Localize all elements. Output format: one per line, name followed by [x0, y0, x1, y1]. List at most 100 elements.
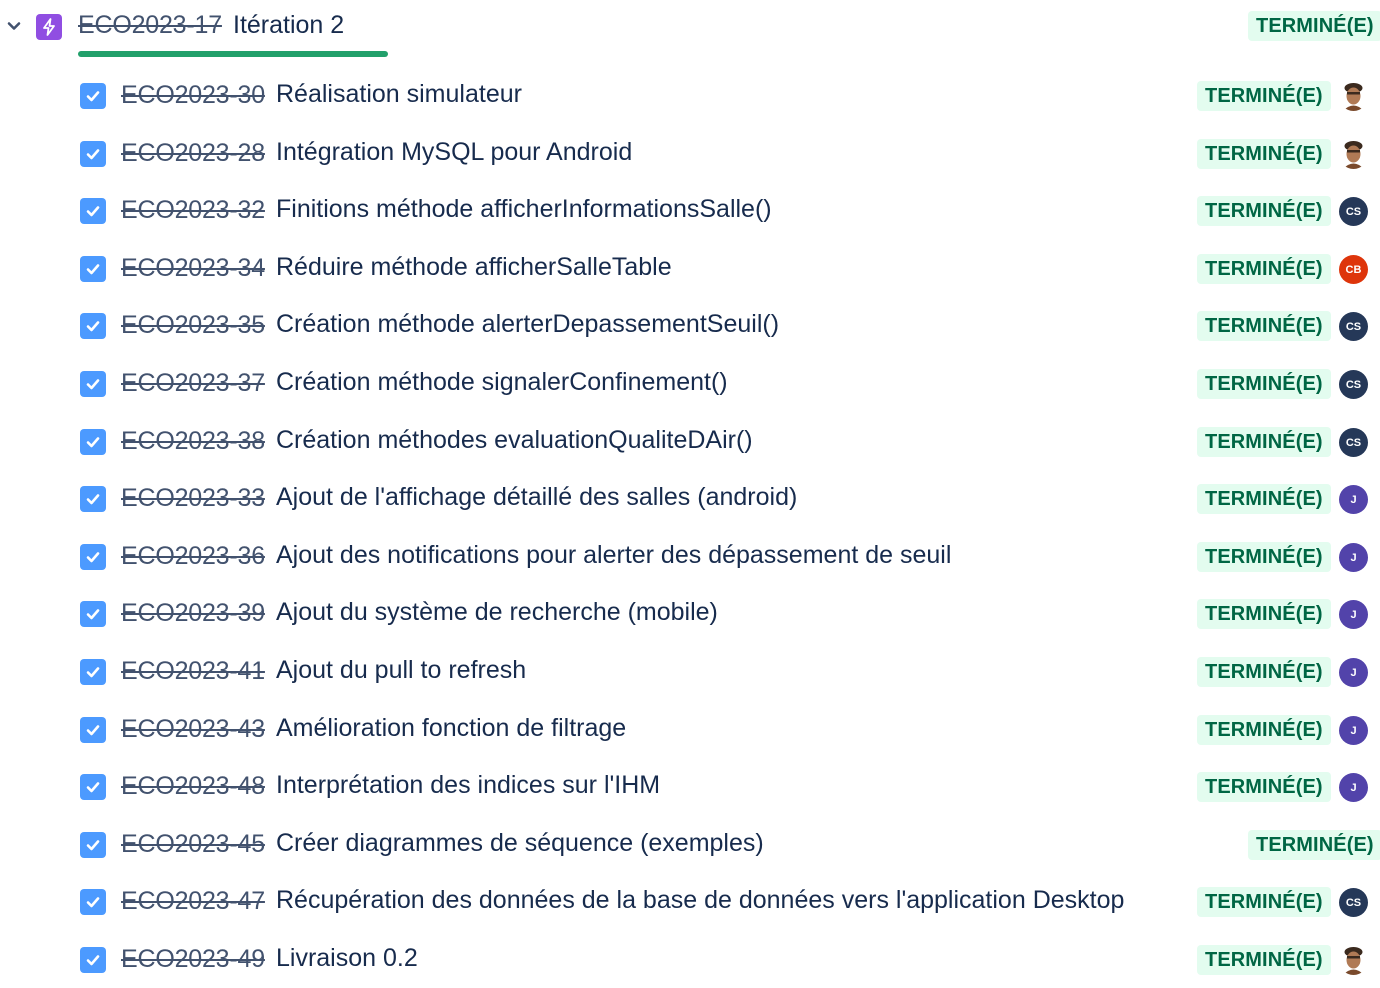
- issue-title[interactable]: Ajout du système de recherche (mobile): [276, 598, 718, 627]
- issue-key-link[interactable]: ECO2023-30: [121, 81, 265, 110]
- issue-row[interactable]: ECO2023-48 Interprétation des indices su…: [0, 757, 1380, 815]
- issue-key-link[interactable]: ECO2023-37: [121, 369, 265, 398]
- status-badge[interactable]: TERMINÉ(E): [1197, 715, 1331, 745]
- avatar-cs[interactable]: CS: [1339, 312, 1368, 341]
- avatar-photo[interactable]: [1339, 140, 1368, 169]
- status-badge[interactable]: TERMINÉ(E): [1197, 542, 1331, 572]
- avatar-cs[interactable]: CS: [1339, 197, 1368, 226]
- issue-row[interactable]: ECO2023-36 Ajout des notifications pour …: [0, 527, 1380, 585]
- issue-title[interactable]: Réalisation simulateur: [276, 80, 522, 109]
- checkbox-icon[interactable]: [80, 889, 106, 915]
- issue-row[interactable]: ECO2023-43 Amélioration fonction de filt…: [0, 700, 1380, 758]
- issue-title[interactable]: Ajout de l'affichage détaillé des salles…: [276, 483, 797, 512]
- checkbox-icon[interactable]: [80, 429, 106, 455]
- avatar-cs[interactable]: CS: [1339, 888, 1368, 917]
- issue-row[interactable]: ECO2023-28 Intégration MySQL pour Androi…: [0, 124, 1380, 182]
- issue-row[interactable]: ECO2023-35 Création méthode alerterDepas…: [0, 296, 1380, 354]
- issue-row[interactable]: ECO2023-32 Finitions méthode afficherInf…: [0, 181, 1380, 239]
- issue-title[interactable]: Création méthode signalerConfinement(): [276, 368, 728, 397]
- issue-title[interactable]: Création méthode alerterDepassementSeuil…: [276, 310, 779, 339]
- checkbox-icon[interactable]: [80, 832, 106, 858]
- issue-key-link[interactable]: ECO2023-49: [121, 945, 265, 974]
- issue-row[interactable]: ECO2023-38 Création méthodes evaluationQ…: [0, 412, 1380, 470]
- issue-key-link[interactable]: ECO2023-34: [121, 254, 265, 283]
- chevron-down-icon[interactable]: [4, 16, 24, 36]
- avatar-cb[interactable]: CB: [1339, 255, 1368, 284]
- epic-row[interactable]: ECO2023-17 Itération 2 TERMINÉ(E): [0, 0, 1380, 57]
- issue-row[interactable]: ECO2023-41 Ajout du pull to refresh TERM…: [0, 642, 1380, 700]
- issue-key-link[interactable]: ECO2023-47: [121, 887, 265, 916]
- checkbox-icon[interactable]: [80, 486, 106, 512]
- issue-title[interactable]: Intégration MySQL pour Android: [276, 138, 632, 167]
- avatar-j[interactable]: J: [1339, 485, 1368, 514]
- issue-title[interactable]: Récupération des données de la base de d…: [276, 886, 1124, 915]
- checkbox-icon[interactable]: [80, 83, 106, 109]
- epic-key-link[interactable]: ECO2023-17: [78, 11, 222, 40]
- epic-status-badge[interactable]: TERMINÉ(E): [1248, 11, 1380, 41]
- issue-key-link[interactable]: ECO2023-39: [121, 599, 265, 628]
- checkbox-icon[interactable]: [80, 947, 106, 973]
- avatar-j[interactable]: J: [1339, 600, 1368, 629]
- issue-key-link[interactable]: ECO2023-32: [121, 196, 265, 225]
- status-badge[interactable]: TERMINÉ(E): [1197, 311, 1331, 341]
- checkbox-icon[interactable]: [80, 256, 106, 282]
- avatar-j[interactable]: J: [1339, 716, 1368, 745]
- avatar-photo[interactable]: [1339, 82, 1368, 111]
- status-badge[interactable]: TERMINÉ(E): [1197, 772, 1331, 802]
- avatar-cs[interactable]: CS: [1339, 370, 1368, 399]
- checkbox-icon[interactable]: [80, 198, 106, 224]
- status-badge[interactable]: TERMINÉ(E): [1248, 830, 1380, 860]
- issue-title[interactable]: Livraison 0.2: [276, 944, 418, 973]
- status-badge[interactable]: TERMINÉ(E): [1197, 81, 1331, 111]
- checkbox-icon[interactable]: [80, 313, 106, 339]
- status-badge[interactable]: TERMINÉ(E): [1197, 369, 1331, 399]
- issue-row[interactable]: ECO2023-33 Ajout de l'affichage détaillé…: [0, 469, 1380, 527]
- issue-key-link[interactable]: ECO2023-41: [121, 657, 265, 686]
- epic-title[interactable]: Itération 2: [233, 11, 344, 40]
- status-badge[interactable]: TERMINÉ(E): [1197, 887, 1331, 917]
- issue-title[interactable]: Créer diagrammes de séquence (exemples): [276, 829, 764, 858]
- avatar-j[interactable]: J: [1339, 543, 1368, 572]
- issue-row[interactable]: ECO2023-45 Créer diagrammes de séquence …: [0, 815, 1380, 873]
- status-badge[interactable]: TERMINÉ(E): [1197, 254, 1331, 284]
- status-badge[interactable]: TERMINÉ(E): [1197, 599, 1331, 629]
- checkbox-icon[interactable]: [80, 371, 106, 397]
- avatar-cs[interactable]: CS: [1339, 428, 1368, 457]
- issue-title[interactable]: Amélioration fonction de filtrage: [276, 714, 626, 743]
- issue-title[interactable]: Réduire méthode afficherSalleTable: [276, 253, 672, 282]
- issue-key-link[interactable]: ECO2023-38: [121, 427, 265, 456]
- avatar-j[interactable]: J: [1339, 658, 1368, 687]
- issue-key-link[interactable]: ECO2023-33: [121, 484, 265, 513]
- issue-key-link[interactable]: ECO2023-36: [121, 542, 265, 571]
- status-badge[interactable]: TERMINÉ(E): [1197, 427, 1331, 457]
- checkbox-icon[interactable]: [80, 659, 106, 685]
- status-badge[interactable]: TERMINÉ(E): [1197, 945, 1331, 975]
- issue-row[interactable]: ECO2023-37 Création méthode signalerConf…: [0, 354, 1380, 412]
- issue-key-link[interactable]: ECO2023-43: [121, 715, 265, 744]
- status-badge[interactable]: TERMINÉ(E): [1197, 657, 1331, 687]
- checkbox-icon[interactable]: [80, 774, 106, 800]
- avatar-photo[interactable]: [1339, 946, 1368, 975]
- issue-title[interactable]: Ajout du pull to refresh: [276, 656, 526, 685]
- checkbox-icon[interactable]: [80, 601, 106, 627]
- checkbox-icon[interactable]: [80, 141, 106, 167]
- issue-title[interactable]: Ajout des notifications pour alerter des…: [276, 541, 951, 570]
- status-badge[interactable]: TERMINÉ(E): [1197, 196, 1331, 226]
- issue-title[interactable]: Création méthodes evaluationQualiteDAir(…: [276, 426, 753, 455]
- issue-row[interactable]: ECO2023-30 Réalisation simulateur TERMIN…: [0, 66, 1380, 124]
- checkbox-icon[interactable]: [80, 544, 106, 570]
- avatar-j[interactable]: J: [1339, 773, 1368, 802]
- issue-key-link[interactable]: ECO2023-45: [121, 830, 265, 859]
- status-badge[interactable]: TERMINÉ(E): [1197, 139, 1331, 169]
- issue-key-link[interactable]: ECO2023-48: [121, 772, 265, 801]
- issue-row[interactable]: ECO2023-39 Ajout du système de recherche…: [0, 584, 1380, 642]
- issue-row[interactable]: ECO2023-49 Livraison 0.2 TERMINÉ(E): [0, 930, 1380, 988]
- status-badge[interactable]: TERMINÉ(E): [1197, 484, 1331, 514]
- issue-row[interactable]: ECO2023-47 Récupération des données de l…: [0, 872, 1380, 930]
- issue-title[interactable]: Interprétation des indices sur l'IHM: [276, 771, 660, 800]
- checkbox-icon[interactable]: [80, 717, 106, 743]
- issue-key-link[interactable]: ECO2023-35: [121, 311, 265, 340]
- issue-row[interactable]: ECO2023-34 Réduire méthode afficherSalle…: [0, 239, 1380, 297]
- issue-key-link[interactable]: ECO2023-28: [121, 139, 265, 168]
- issue-title[interactable]: Finitions méthode afficherInformationsSa…: [276, 195, 772, 224]
